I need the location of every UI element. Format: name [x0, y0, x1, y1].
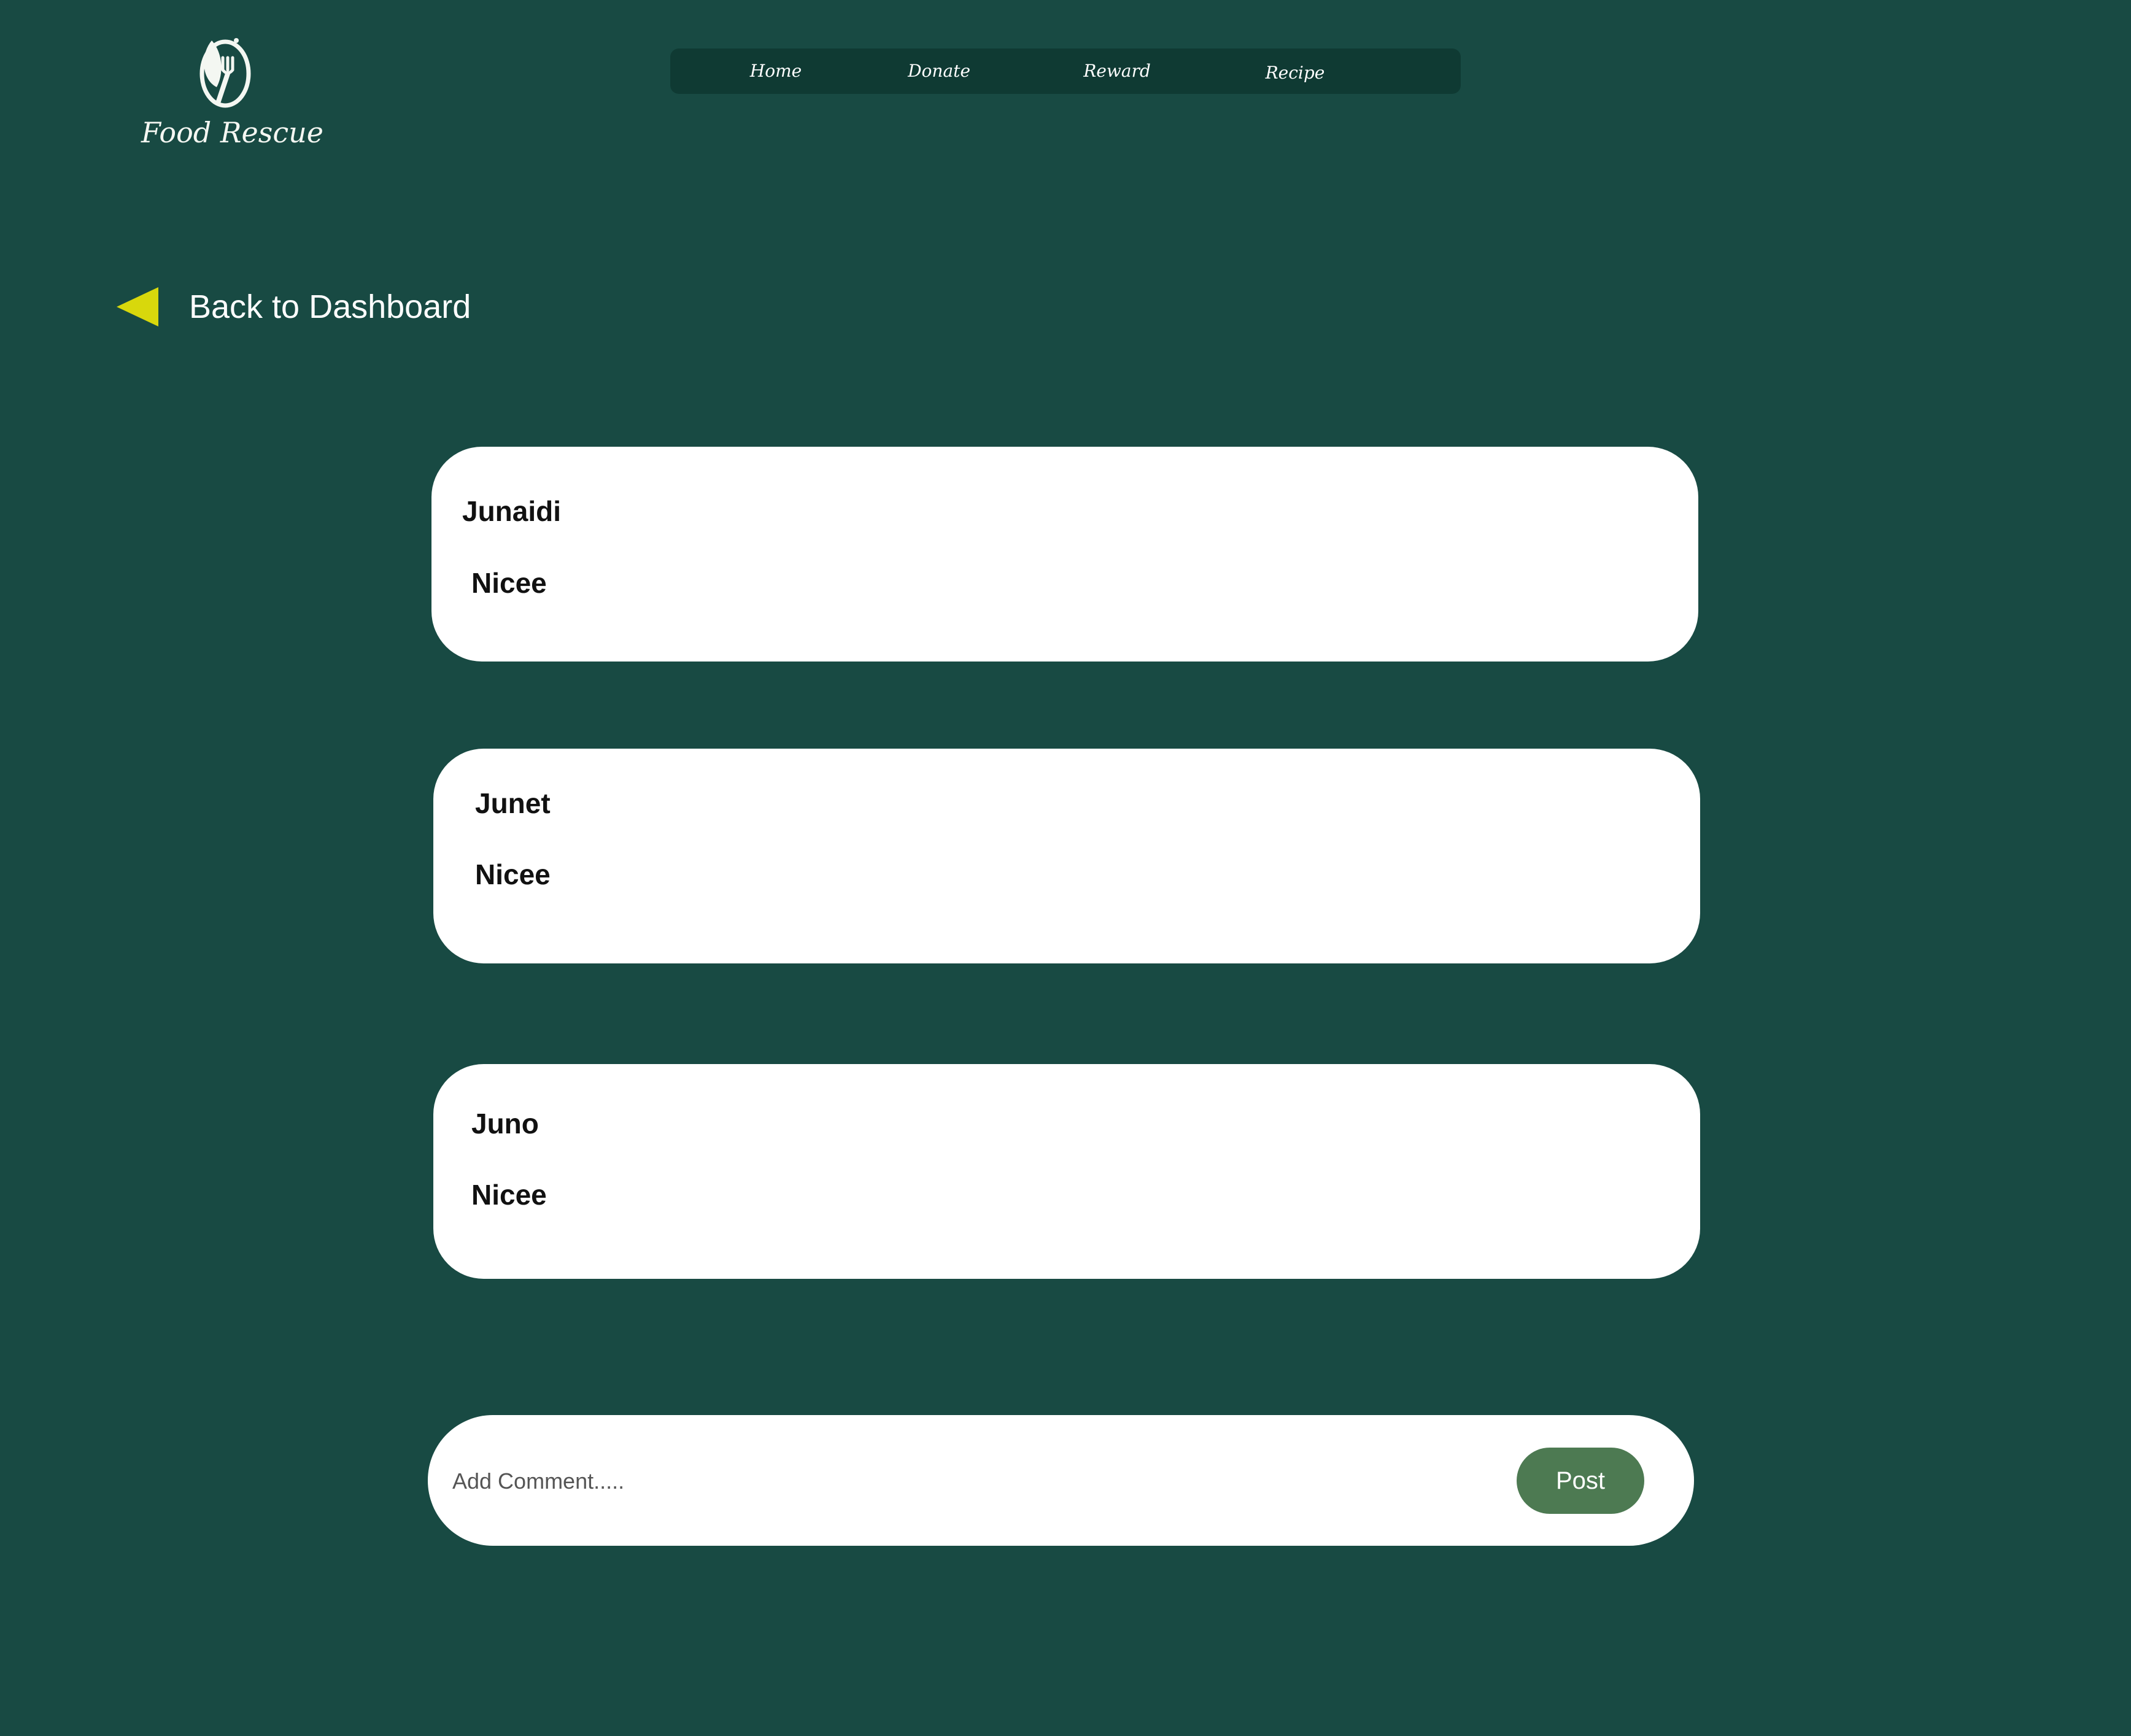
comment-author: Juno [471, 1108, 539, 1140]
comment-text: Nicee [475, 858, 551, 890]
nav-item-donate[interactable]: Donate [872, 48, 1007, 94]
brand-name: Food Rescue [141, 116, 323, 149]
nav-item-recipe[interactable]: Recipe [1228, 50, 1363, 96]
comment-author: Junet [475, 787, 551, 819]
add-comment-input[interactable] [451, 1453, 1436, 1510]
back-to-dashboard-link[interactable]: Back to Dashboard [117, 284, 471, 330]
comment-card: Junaidi Nicee [431, 447, 1698, 662]
back-triangle-icon [117, 287, 158, 326]
comment-text: Nicee [471, 567, 547, 599]
comment-card: Junet Nicee [433, 749, 1700, 963]
comment-composer: Post [428, 1415, 1694, 1546]
leaf-fork-icon [199, 38, 251, 108]
top-nav: Home Donate Reward Recipe [670, 48, 1461, 94]
brand-logo[interactable]: Food Rescue [141, 31, 323, 150]
post-button[interactable]: Post [1517, 1448, 1644, 1514]
nav-item-home[interactable]: Home [708, 48, 843, 94]
comment-card: Juno Nicee [433, 1064, 1700, 1279]
comment-text: Nicee [471, 1179, 547, 1211]
back-link-label: Back to Dashboard [189, 288, 471, 325]
nav-item-reward[interactable]: Reward [1050, 48, 1185, 94]
comment-author: Junaidi [462, 495, 562, 527]
